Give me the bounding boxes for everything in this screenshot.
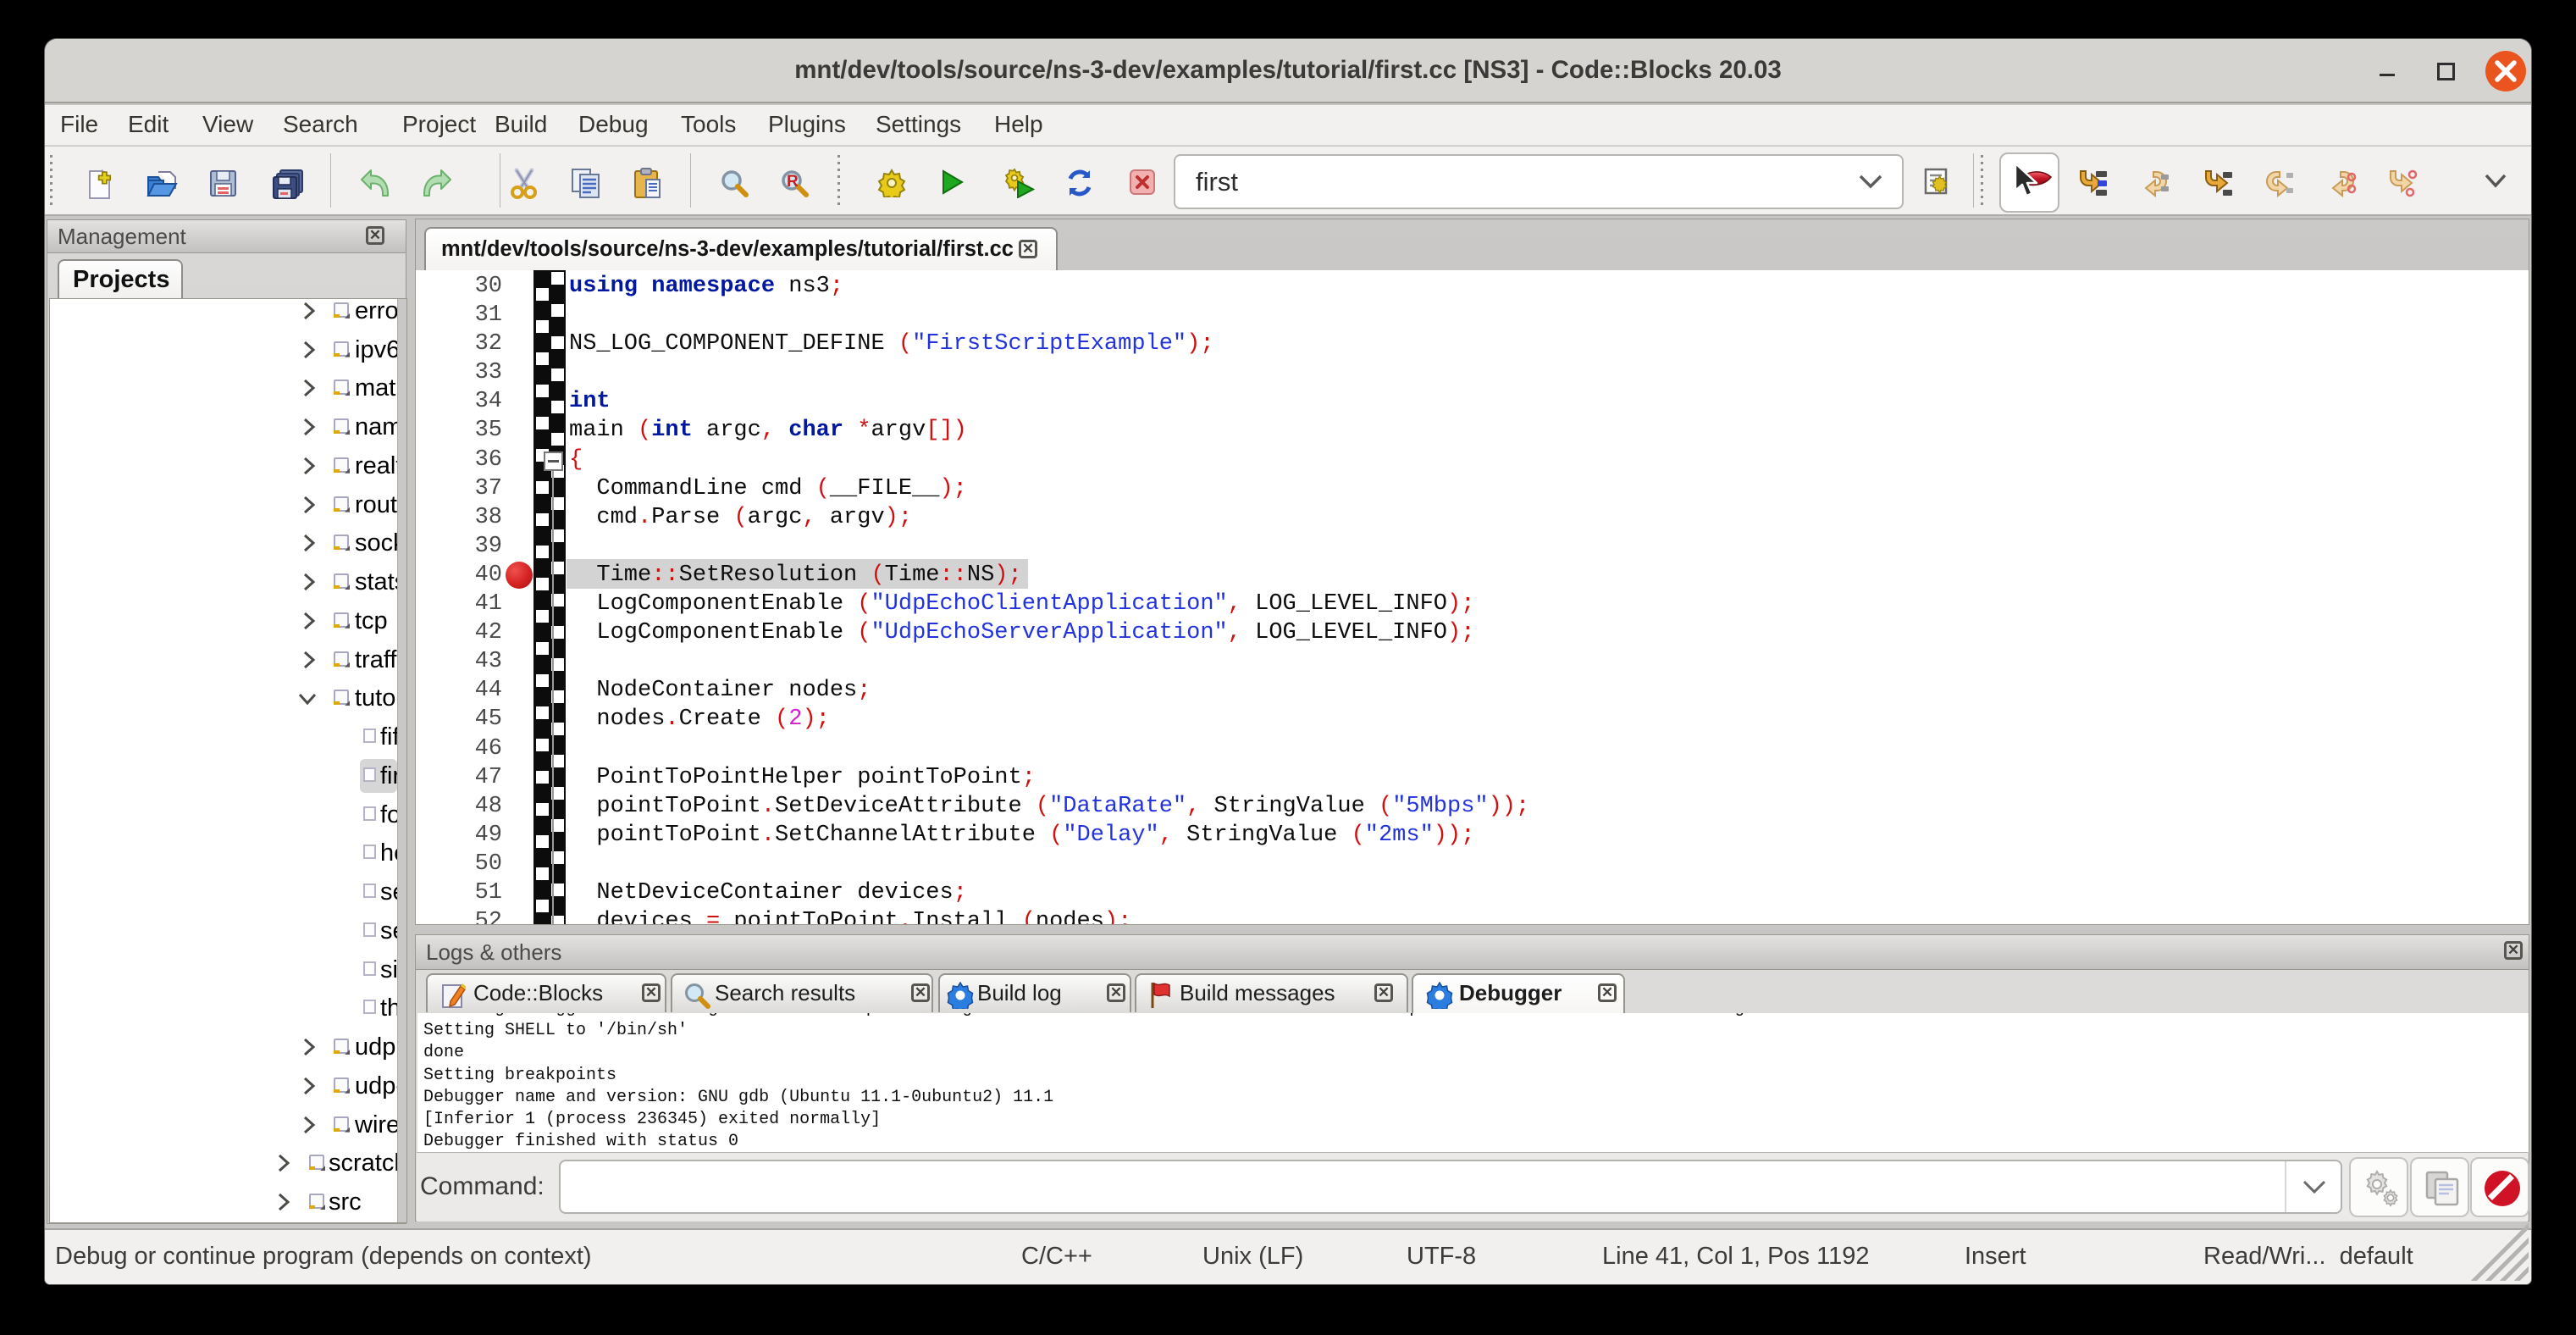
svg-text:R: R: [787, 173, 799, 191]
